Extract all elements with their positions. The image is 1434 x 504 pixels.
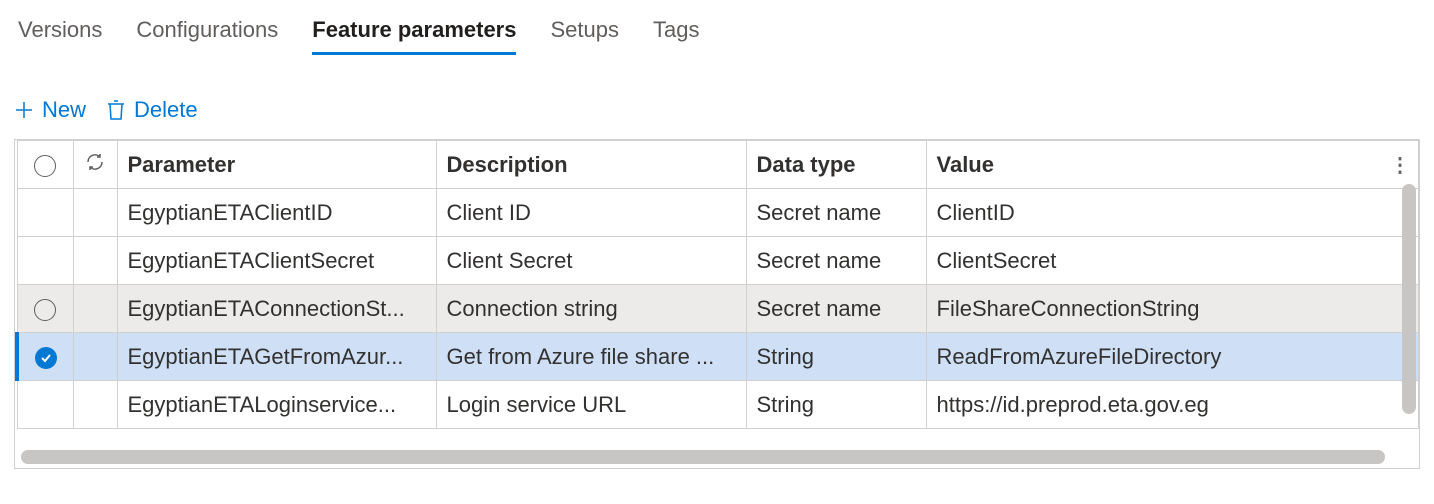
table-row[interactable]: EgyptianETAConnectionSt... Connection st…: [17, 285, 1419, 333]
cell-data-type[interactable]: String: [746, 333, 926, 381]
tab-setups[interactable]: Setups: [550, 16, 619, 55]
select-circle-icon: [34, 155, 56, 177]
delete-button-label: Delete: [134, 97, 198, 123]
cell-value[interactable]: FileShareConnectionString: [926, 285, 1419, 333]
col-description[interactable]: Description: [436, 141, 746, 189]
table-row[interactable]: EgyptianETAClientID Client ID Secret nam…: [17, 189, 1419, 237]
cell-data-type[interactable]: Secret name: [746, 237, 926, 285]
col-parameter[interactable]: Parameter: [117, 141, 436, 189]
col-value[interactable]: Value ⋮: [926, 141, 1419, 189]
tab-bar: Versions Configurations Feature paramete…: [14, 16, 1420, 55]
row-refresh[interactable]: [73, 333, 117, 381]
trash-icon: [106, 99, 126, 121]
more-icon[interactable]: ⋮: [1390, 152, 1408, 177]
row-select[interactable]: [17, 333, 73, 381]
cell-parameter[interactable]: EgyptianETAClientSecret: [117, 237, 436, 285]
tab-configurations[interactable]: Configurations: [136, 16, 278, 55]
cell-data-type[interactable]: Secret name: [746, 189, 926, 237]
cell-parameter[interactable]: EgyptianETAGetFromAzur...: [117, 333, 436, 381]
row-select[interactable]: [17, 381, 73, 429]
row-refresh[interactable]: [73, 189, 117, 237]
row-refresh[interactable]: [73, 285, 117, 333]
tab-tags[interactable]: Tags: [653, 16, 699, 55]
cell-description[interactable]: Connection string: [436, 285, 746, 333]
cell-parameter[interactable]: EgyptianETALoginservice...: [117, 381, 436, 429]
cell-data-type[interactable]: String: [746, 381, 926, 429]
new-button-label: New: [42, 97, 86, 123]
vertical-scrollbar[interactable]: [1402, 184, 1416, 434]
row-select[interactable]: [17, 189, 73, 237]
refresh-icon: [85, 152, 105, 172]
vertical-scroll-thumb[interactable]: [1402, 184, 1416, 414]
check-icon: [35, 347, 57, 369]
toolbar: New Delete: [14, 97, 1420, 123]
select-all[interactable]: [17, 141, 73, 189]
cell-parameter[interactable]: EgyptianETAConnectionSt...: [117, 285, 436, 333]
parameters-grid: Parameter Description Data type Value ⋮ …: [14, 139, 1420, 469]
row-refresh[interactable]: [73, 237, 117, 285]
plus-icon: [14, 100, 34, 120]
cell-value[interactable]: ReadFromAzureFileDirectory: [926, 333, 1419, 381]
table-row[interactable]: EgyptianETAClientSecret Client Secret Se…: [17, 237, 1419, 285]
cell-value[interactable]: ClientID: [926, 189, 1419, 237]
cell-data-type[interactable]: Secret name: [746, 285, 926, 333]
delete-button[interactable]: Delete: [106, 97, 198, 123]
tab-versions[interactable]: Versions: [18, 16, 102, 55]
table-row[interactable]: EgyptianETALoginservice... Login service…: [17, 381, 1419, 429]
row-select[interactable]: [17, 237, 73, 285]
cell-value[interactable]: ClientSecret: [926, 237, 1419, 285]
new-button[interactable]: New: [14, 97, 86, 123]
select-circle-icon: [34, 299, 56, 321]
cell-value[interactable]: https://id.preprod.eta.gov.eg: [926, 381, 1419, 429]
table-row[interactable]: EgyptianETAGetFromAzur... Get from Azure…: [17, 333, 1419, 381]
horizontal-scrollbar[interactable]: [21, 450, 1413, 464]
row-refresh[interactable]: [73, 381, 117, 429]
cell-description[interactable]: Login service URL: [436, 381, 746, 429]
cell-description[interactable]: Get from Azure file share ...: [436, 333, 746, 381]
col-data-type[interactable]: Data type: [746, 141, 926, 189]
cell-description[interactable]: Client ID: [436, 189, 746, 237]
header-row: Parameter Description Data type Value ⋮: [17, 141, 1419, 189]
refresh-column[interactable]: [73, 141, 117, 189]
row-select[interactable]: [17, 285, 73, 333]
cell-description[interactable]: Client Secret: [436, 237, 746, 285]
cell-parameter[interactable]: EgyptianETAClientID: [117, 189, 436, 237]
tab-feature-parameters[interactable]: Feature parameters: [312, 16, 516, 55]
col-value-label: Value: [937, 152, 994, 177]
horizontal-scroll-thumb[interactable]: [21, 450, 1385, 464]
